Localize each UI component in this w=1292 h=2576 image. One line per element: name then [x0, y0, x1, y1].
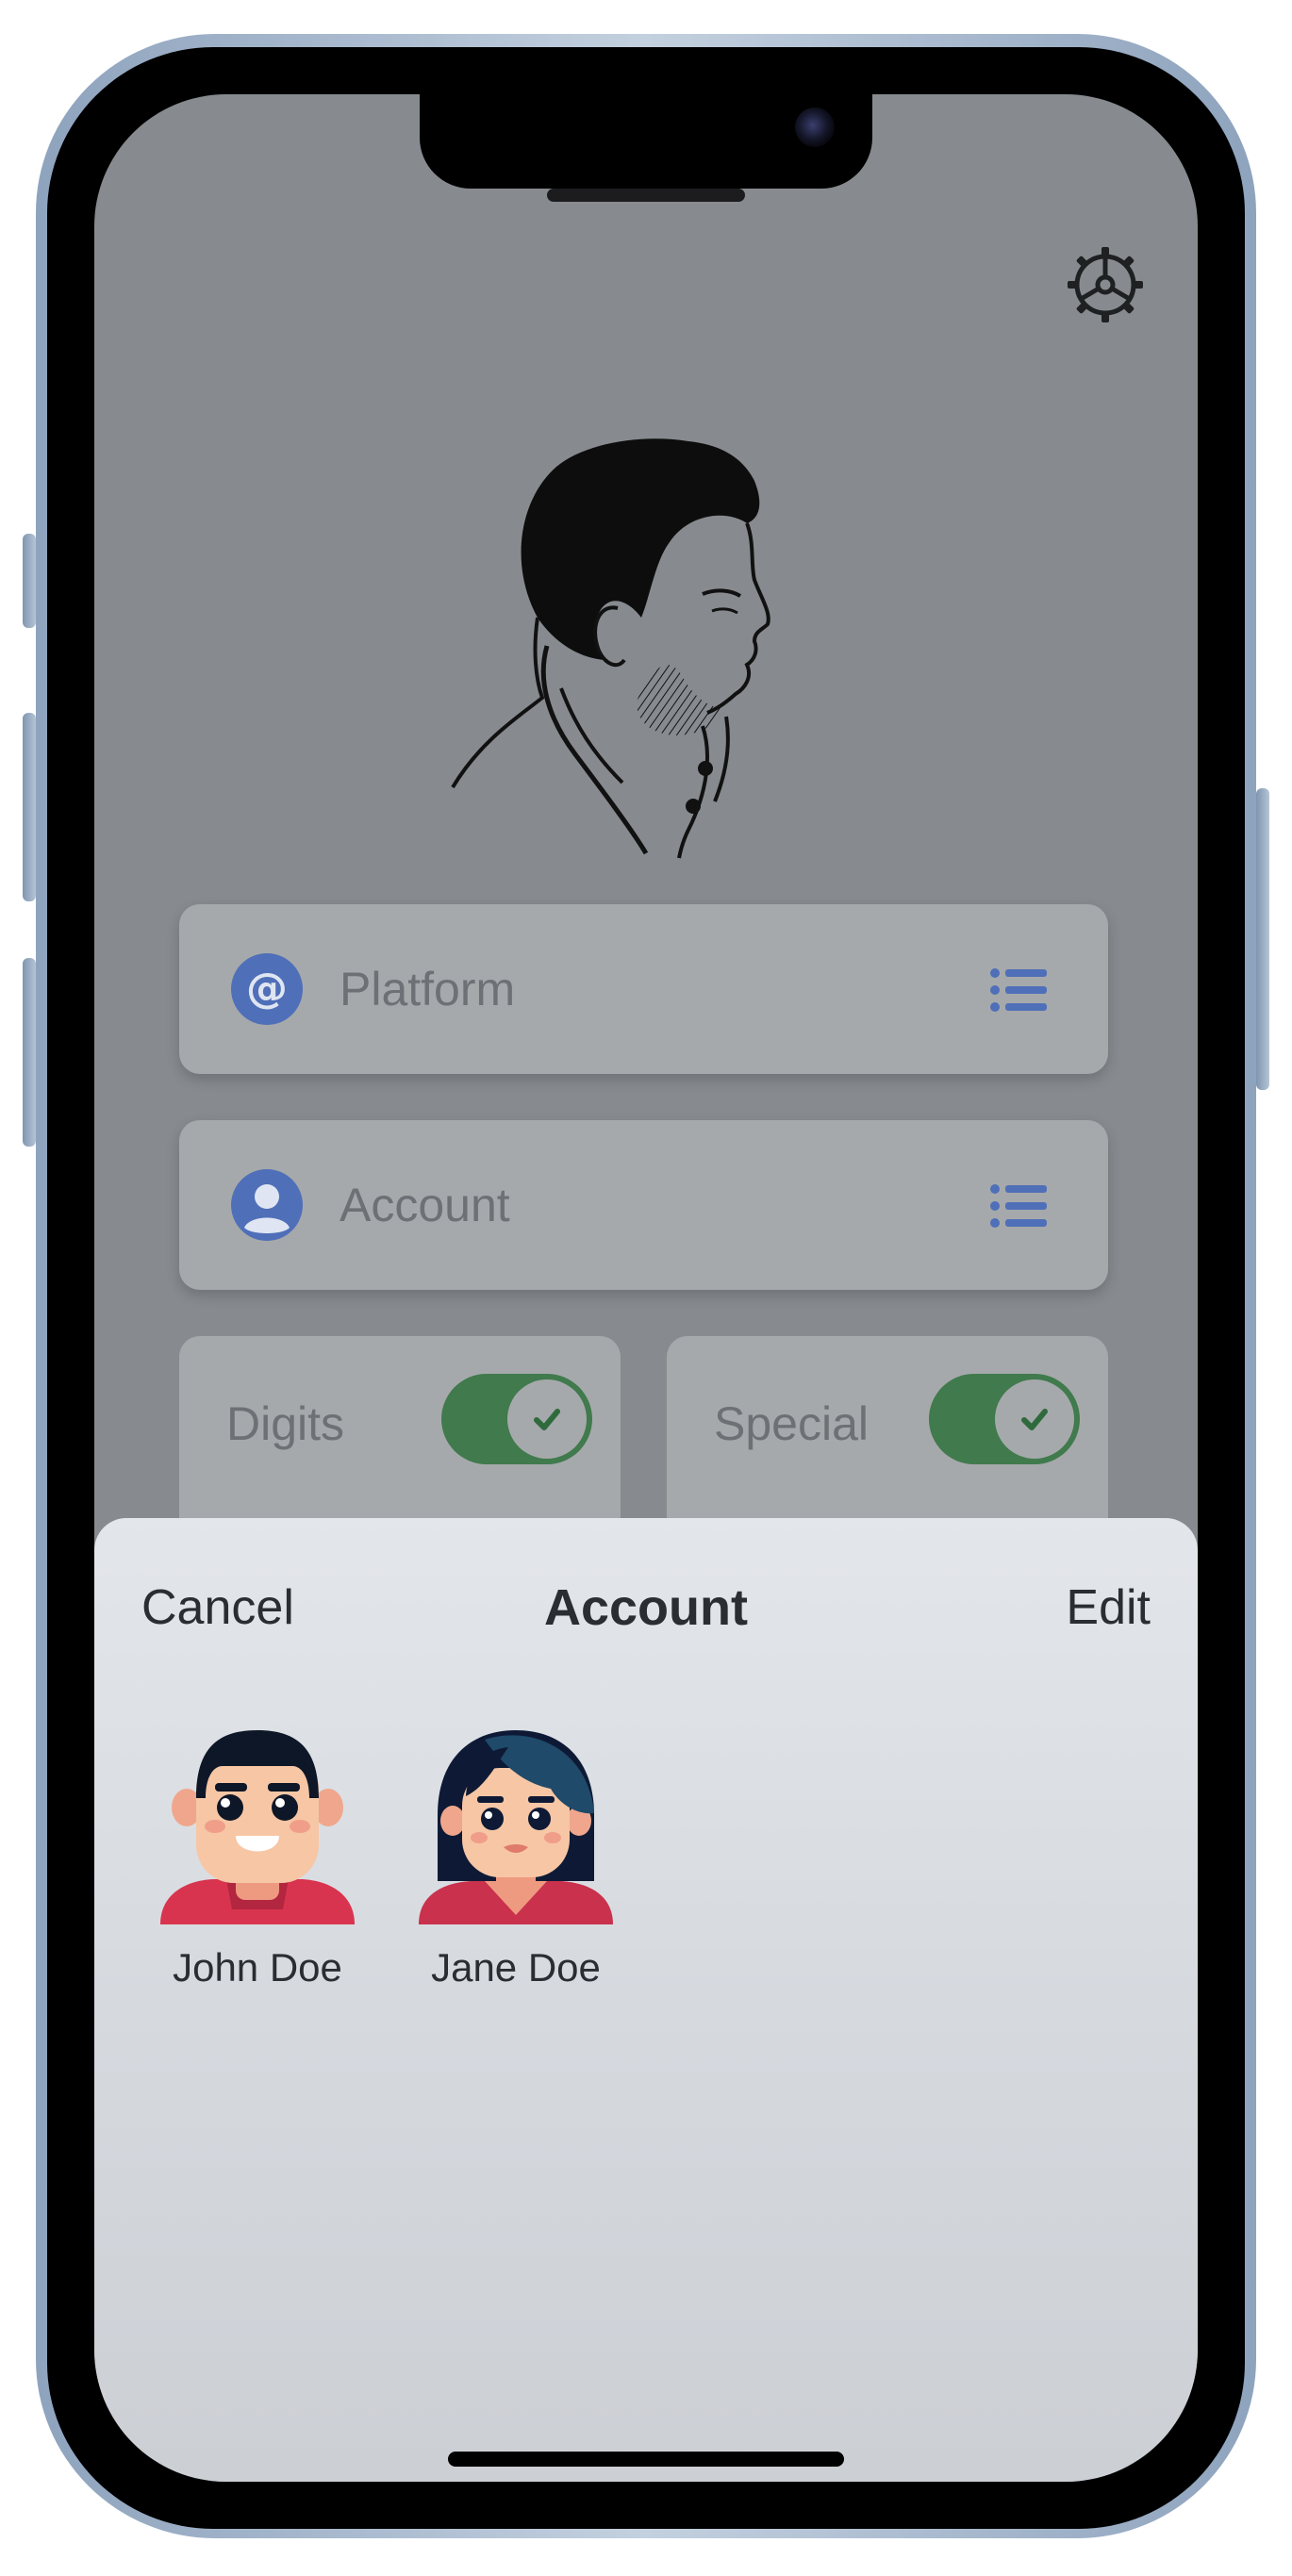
special-toggle[interactable] — [929, 1374, 1080, 1464]
account-item-jane-doe[interactable]: Jane Doe — [407, 1730, 624, 1990]
account-item-john-doe[interactable]: John Doe — [149, 1730, 366, 1990]
toggle-knob — [507, 1379, 587, 1459]
platform-placeholder: Platform — [340, 963, 516, 1016]
home-indicator[interactable] — [448, 2452, 844, 2467]
edit-button[interactable]: Edit — [1066, 1570, 1151, 1645]
volume-up-button — [23, 713, 36, 901]
list-icon[interactable] — [990, 968, 1047, 1012]
profile-portrait-illustration — [451, 438, 770, 859]
list-icon[interactable] — [990, 1184, 1047, 1228]
power-button — [1256, 788, 1269, 1090]
checkmark-icon — [1021, 1409, 1048, 1430]
digits-toggle[interactable] — [441, 1374, 592, 1464]
account-name: John Doe — [173, 1945, 342, 1990]
special-label: Special — [714, 1397, 869, 1450]
female-avatar-icon — [419, 1730, 613, 1924]
male-avatar-icon — [160, 1730, 355, 1924]
account-field[interactable]: Account — [179, 1120, 1108, 1290]
sheet-title: Account — [544, 1579, 748, 1636]
screen: @ Platform Account Digits Special Cancel… — [94, 94, 1198, 2482]
digits-label: Digits — [226, 1397, 345, 1450]
platform-field[interactable]: @ Platform — [179, 904, 1108, 1074]
user-icon — [231, 1169, 303, 1241]
account-placeholder: Account — [340, 1179, 510, 1231]
silent-switch — [23, 534, 36, 628]
account-name: Jane Doe — [431, 1945, 601, 1990]
checkmark-icon — [534, 1409, 560, 1430]
speaker-grille — [547, 189, 745, 202]
volume-down-button — [23, 958, 36, 1147]
notch — [420, 94, 872, 189]
at-sign-icon: @ — [231, 953, 303, 1025]
toggle-knob — [995, 1379, 1074, 1459]
account-picker-sheet: Cancel Account Edit John Doe Jane Doe — [94, 1518, 1198, 2482]
settings-gear-icon[interactable] — [1066, 245, 1145, 324]
front-camera — [795, 107, 835, 147]
svg-text:@: @ — [246, 965, 288, 1013]
